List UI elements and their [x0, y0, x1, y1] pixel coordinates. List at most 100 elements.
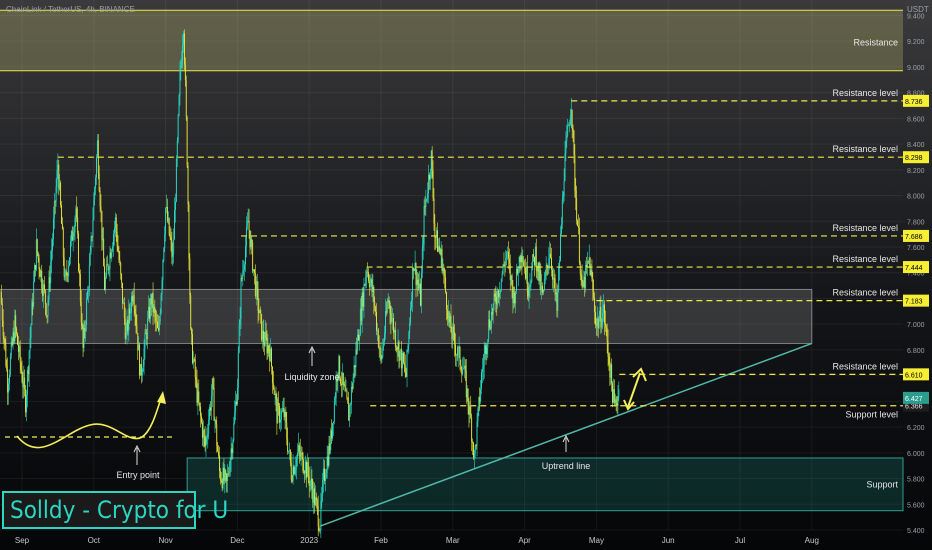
- candle-body: [87, 290, 89, 292]
- candle-body: [446, 292, 447, 310]
- candle-body: [420, 272, 422, 306]
- candle-body: [592, 278, 594, 291]
- candle-body: [403, 362, 405, 365]
- time-tick-label: 2023: [300, 536, 318, 545]
- candle-body: [32, 302, 34, 307]
- candle-body: [206, 436, 208, 438]
- candle-body: [113, 234, 114, 247]
- candle-body: [499, 289, 501, 293]
- current-price-tag: 6.427: [905, 396, 923, 403]
- candle-body: [237, 352, 239, 388]
- chart-title: ChainLink / TetherUS, 4h, BINANCE: [6, 5, 135, 14]
- support-zone-label: Support: [866, 479, 898, 489]
- candle-body: [562, 195, 564, 200]
- candle-body: [210, 407, 211, 411]
- candle-body: [516, 268, 517, 291]
- candle-body: [446, 309, 448, 319]
- price-tick-label: 6.200: [907, 425, 925, 432]
- candle-body: [488, 319, 490, 340]
- candle-body: [590, 270, 592, 276]
- candle-body: [375, 306, 377, 312]
- candle-body: [316, 500, 318, 506]
- candle-body: [539, 270, 541, 281]
- candle-body: [343, 383, 345, 386]
- candle-body: [208, 419, 210, 434]
- candle-body: [163, 248, 165, 261]
- resistance-zone-label: Resistance: [853, 37, 898, 47]
- candle-body: [139, 344, 141, 376]
- price-chart[interactable]: Resistance level Resistance level Resistan…: [0, 0, 932, 550]
- candle-body: [298, 445, 300, 451]
- candle-body: [174, 210, 176, 240]
- candle-body: [372, 287, 374, 292]
- candle-body: [435, 237, 437, 239]
- candle-body: [357, 334, 359, 350]
- candle-body: [444, 273, 446, 278]
- candle-body: [501, 273, 503, 279]
- candle-body: [26, 395, 27, 413]
- candle-body: [134, 308, 136, 314]
- candle-body: [248, 221, 250, 231]
- candle-body: [356, 349, 358, 351]
- candle-body: [550, 253, 552, 258]
- time-tick-label: Jul: [735, 536, 745, 545]
- candle-body: [420, 283, 421, 306]
- candle-body: [199, 402, 201, 407]
- candle-body: [11, 341, 13, 345]
- candle-body: [331, 430, 333, 439]
- candle-body: [382, 346, 384, 357]
- candle-body: [268, 345, 270, 352]
- candle-body: [426, 198, 428, 200]
- candle-body: [29, 338, 31, 352]
- candle-body: [5, 344, 7, 366]
- candle-body: [57, 164, 59, 170]
- candle-body: [83, 327, 85, 348]
- candle-body: [404, 364, 406, 373]
- candle-body: [306, 461, 307, 478]
- candle-body: [516, 268, 518, 274]
- candle-body: [287, 439, 289, 452]
- candle-body: [568, 125, 570, 127]
- candle-body: [344, 385, 346, 391]
- candle-body: [14, 315, 16, 342]
- candle-body: [119, 259, 121, 264]
- candle-body: [414, 263, 416, 271]
- candle-body: [519, 256, 521, 262]
- candle-body: [269, 351, 271, 362]
- candle-body: [432, 170, 434, 198]
- candle-body: [113, 227, 115, 235]
- candle-body: [612, 383, 614, 403]
- candle-body: [383, 341, 385, 347]
- candle-body: [22, 381, 24, 388]
- candle-body: [427, 193, 429, 199]
- candle-body: [526, 266, 528, 292]
- price-tick-label: 8.600: [907, 116, 925, 123]
- candle-body: [152, 292, 154, 313]
- time-tick-label: May: [589, 536, 604, 545]
- candle-body: [544, 273, 546, 279]
- candle-body: [419, 283, 421, 289]
- candle-body: [243, 269, 245, 272]
- candle-body: [129, 308, 131, 314]
- candle-body: [34, 265, 36, 282]
- candle-body: [493, 293, 495, 305]
- candle-body: [178, 95, 180, 116]
- candle-body: [183, 33, 185, 65]
- candle-body: [244, 264, 246, 270]
- candle-body: [165, 208, 167, 234]
- candle-body: [386, 304, 388, 313]
- candle-body: [31, 302, 33, 325]
- candle-body: [371, 279, 373, 292]
- candle-body: [217, 445, 219, 452]
- candle-body: [553, 278, 555, 279]
- candle-body: [53, 201, 55, 219]
- candle-body: [569, 125, 570, 127]
- candle-body: [93, 199, 95, 220]
- candle-body: [552, 278, 554, 280]
- candle-body: [326, 456, 328, 474]
- candle-body: [135, 313, 137, 326]
- candle-body: [254, 269, 255, 273]
- candle-body: [362, 292, 364, 307]
- candle-body: [469, 406, 471, 415]
- candle-body: [214, 420, 216, 422]
